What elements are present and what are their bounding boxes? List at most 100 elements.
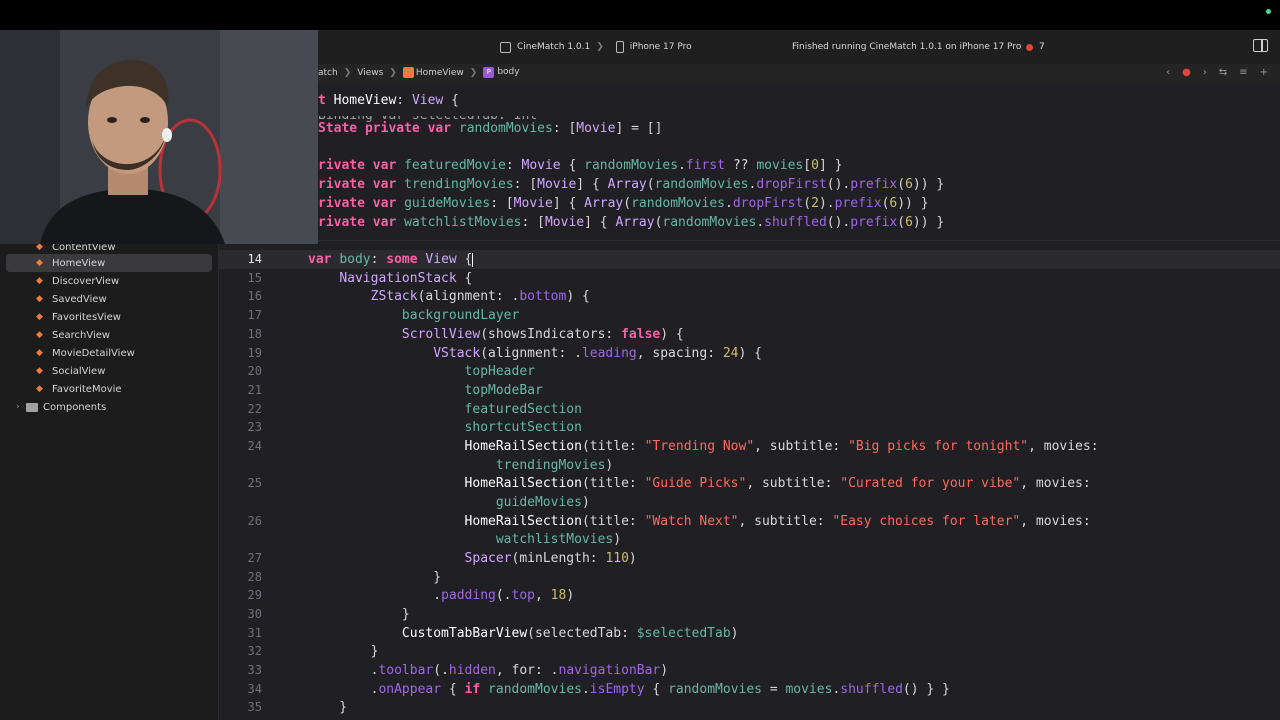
line-number: 34 (247, 682, 262, 696)
scheme-name: CineMatch 1.0.1 (517, 42, 591, 52)
line-number: 18 (247, 327, 262, 341)
swift-file-icon: ◆ (36, 348, 43, 358)
swift-file-icon: ◆ (36, 330, 43, 340)
code-line: 27 Spacer(minLength: 110) (219, 549, 1280, 568)
line-number: 26 (247, 514, 262, 528)
presenter-video (0, 30, 318, 244)
back-arrow-icon[interactable]: ‹ (1166, 67, 1170, 78)
folder-icon (26, 402, 38, 412)
breadcrumb-project[interactable]: atch (318, 68, 338, 78)
jump-bar-controls: ‹ ● › ⇆ ≡ + (1166, 67, 1268, 78)
sidebar-item-label: SavedView (52, 293, 107, 305)
code-line: 29 .padding(.top, 18) (219, 586, 1280, 605)
line-number: 21 (247, 383, 262, 397)
disclosure-chevron-icon[interactable]: › (16, 402, 20, 412)
breadcrumb-views[interactable]: Views (357, 68, 383, 78)
sidebar-item-socialview[interactable]: ◆ SocialView (0, 362, 218, 380)
webcam-overlay (0, 30, 318, 244)
sidebar-item-homeview[interactable]: ◆ HomeView (6, 254, 212, 272)
chevron-right-icon: ❯ (469, 67, 478, 78)
error-count: 7 (1039, 42, 1045, 52)
sidebar-item-label: SocialView (52, 365, 106, 377)
code-line: 32 } (219, 642, 1280, 661)
sidebar-item-label: MovieDetailView (52, 347, 135, 359)
code-line: 34 .onAppear { if randomMovies.isEmpty {… (219, 680, 1280, 699)
chevron-right-icon: ❯ (343, 67, 352, 78)
code-line: 16 ZStack(alignment: .bottom) { (219, 287, 1280, 306)
inspector-toggle-icon[interactable] (1253, 39, 1268, 52)
error-icon (1026, 43, 1033, 51)
scheme-selector[interactable]: CineMatch 1.0.1 ❯ iPhone 17 Pro (500, 36, 692, 58)
line-number: 25 (247, 476, 262, 490)
line-number: 30 (247, 607, 262, 621)
line-number: 23 (247, 420, 262, 434)
line-number: 35 (247, 700, 262, 714)
code-editor[interactable]: t HomeView: View { Binding var selectedT… (219, 84, 1280, 720)
forward-arrow-icon[interactable]: › (1203, 67, 1207, 78)
chevron-right-icon: ❯ (389, 67, 397, 78)
code-line: 15 NavigationStack { (219, 269, 1280, 288)
line-number: 24 (247, 439, 262, 453)
line-number: 20 (247, 364, 262, 378)
add-editor-icon[interactable]: + (1260, 67, 1268, 78)
sidebar-item-label: DiscoverView (52, 275, 120, 287)
swift-file-icon: ◆ (36, 312, 43, 322)
property-icon: P (483, 67, 495, 78)
code-line: rivate var guideMovies: [Movie] { Array(… (318, 196, 929, 211)
line-number: 14 (247, 252, 262, 266)
error-badge[interactable]: 7 (1026, 36, 1045, 58)
text-cursor (472, 252, 474, 267)
swift-file-icon: ◆ (36, 258, 43, 268)
breadcrumb: atch ❯ Views ❯ HomeView ❯ Pbody (318, 67, 520, 78)
code-line: 19 VStack(alignment: .leading, spacing: … (219, 344, 1280, 363)
code-line: 24 HomeRailSection(title: "Trending Now"… (219, 437, 1280, 456)
sidebar-item-label: FavoriteMovie (52, 383, 122, 395)
code-line: 14 var body: some View { (219, 250, 1280, 269)
swift-file-icon: ◆ (36, 384, 43, 394)
sidebar-item-searchview[interactable]: ◆ SearchView (0, 326, 218, 344)
breadcrumb-file-label: HomeView (415, 68, 464, 78)
code-line: watchlistMovies) (495, 532, 622, 547)
sidebar-item-favoritemovie[interactable]: ◆ FavoriteMovie (0, 380, 218, 398)
sidebar-item-favoritesview[interactable]: ◆ FavoritesView (0, 308, 218, 326)
sidebar-item-label: SearchView (52, 329, 111, 341)
sidebar-item-savedview[interactable]: ◆ SavedView (0, 290, 218, 308)
chevron-right-icon: ❯ (596, 42, 604, 52)
line-number: 32 (247, 644, 262, 658)
sidebar-item-discoverview[interactable]: ◆ DiscoverView (0, 272, 218, 290)
line-number: 17 (247, 308, 262, 322)
sidebar-item-label: FavoritesView (52, 311, 121, 323)
issue-indicator-icon[interactable]: ● (1182, 67, 1191, 78)
line-number: 22 (247, 402, 262, 416)
line-number: 27 (247, 551, 262, 565)
code-line: 28 } (219, 568, 1280, 587)
menu-bar-area (0, 0, 1280, 30)
line-number: 28 (247, 570, 262, 584)
code-line: 25 HomeRailSection(title: "Guide Picks",… (219, 474, 1280, 493)
code-line: 31 CustomTabBarView(selectedTab: $select… (219, 624, 1280, 643)
code-line: 22 featuredSection (219, 400, 1280, 419)
sticky-scope-header: t HomeView: View { Binding var selectedT… (219, 84, 1280, 241)
breadcrumb-symbol-label: body (497, 67, 520, 77)
line-number: 29 (247, 588, 262, 602)
sidebar-folder-components[interactable]: › Components (0, 398, 218, 416)
code-line: rivate var watchlistMovies: [Movie] { Ar… (318, 215, 945, 230)
breadcrumb-symbol[interactable]: Pbody (483, 67, 520, 78)
code-line: 33 .toolbar(.hidden, for: .navigationBar… (219, 661, 1280, 680)
breadcrumb-file[interactable]: HomeView (402, 67, 464, 78)
line-number: 19 (247, 346, 262, 360)
code-line: rivate var trendingMovies: [Movie] { Arr… (318, 177, 945, 192)
app-icon (500, 41, 511, 53)
code-line: 23 shortcutSection (219, 418, 1280, 437)
file-list: ◆ ContentView ◆ HomeView ◆ DiscoverView ◆ Sa… (0, 236, 218, 416)
code-line: 21 topModeBar (219, 381, 1280, 400)
destination-name[interactable]: iPhone 17 Pro (630, 42, 692, 52)
related-items-icon[interactable]: ⇆ (1219, 67, 1227, 78)
line-number: 15 (247, 271, 262, 285)
device-icon (615, 41, 624, 53)
editor-options-icon[interactable]: ≡ (1239, 67, 1247, 78)
sidebar-item-label: HomeView (52, 257, 106, 269)
sidebar-item-moviedetailview[interactable]: ◆ MovieDetailView (0, 344, 218, 362)
line-number: 31 (247, 626, 262, 640)
status-text: Finished running CineMatch 1.0.1 on iPho… (792, 42, 1022, 52)
